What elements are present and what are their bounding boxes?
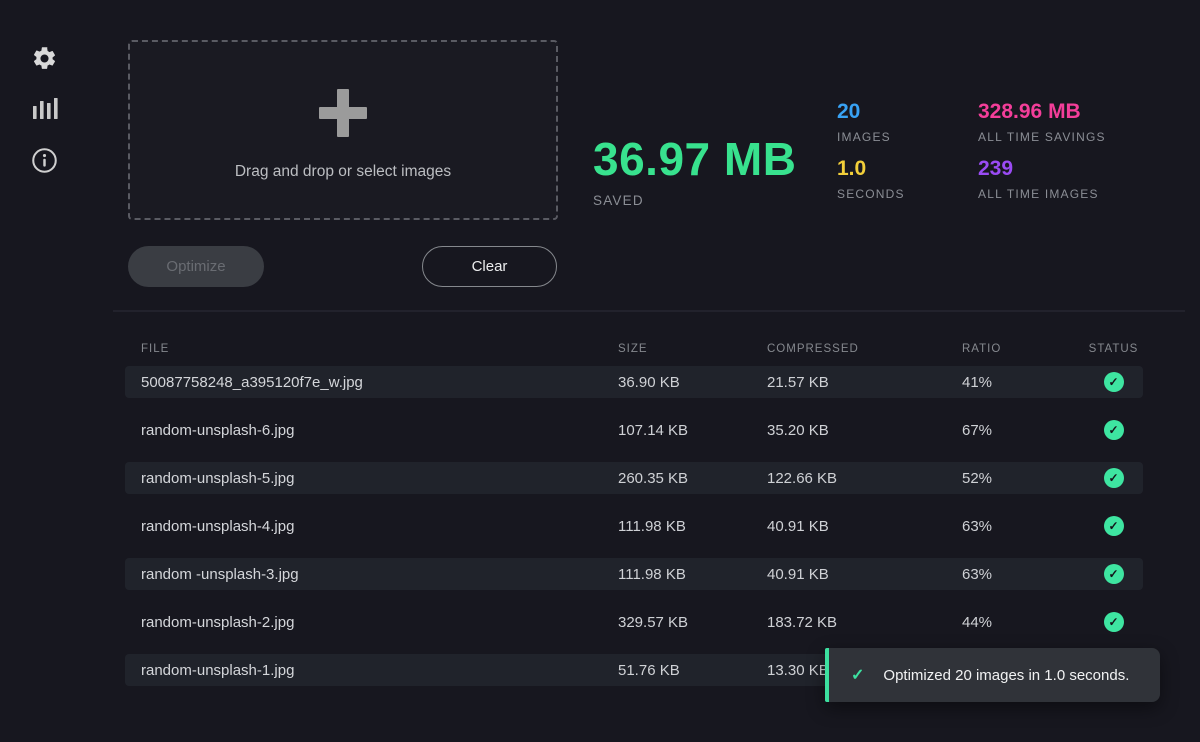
stat-saved: 36.97 MB SAVED (593, 136, 796, 208)
cell-compressed: 35.20 KB (767, 422, 962, 439)
status-check-icon: ✓ (1104, 468, 1124, 488)
optimize-button[interactable]: Optimize (128, 246, 264, 287)
section-divider (113, 310, 1185, 312)
stat-column-alltime: 328.96 MB ALL TIME SAVINGS 239 ALL TIME … (978, 100, 1106, 201)
toast-message: Optimized 20 images in 1.0 seconds. (883, 667, 1129, 684)
column-header-size: SIZE (618, 343, 767, 355)
cell-ratio: 41% (962, 374, 1084, 391)
table-row[interactable]: random-unsplash-2.jpg 329.57 KB 183.72 K… (125, 606, 1143, 638)
cell-size: 51.76 KB (618, 662, 767, 679)
cell-compressed: 122.66 KB (767, 470, 962, 487)
alltime-images-value: 239 (978, 157, 1106, 180)
column-header-ratio: RATIO (962, 343, 1084, 355)
cell-file: random -unsplash-3.jpg (141, 566, 618, 583)
status-check-icon: ✓ (1104, 516, 1124, 536)
column-header-compressed: COMPRESSED (767, 343, 962, 355)
table-header: FILE SIZE COMPRESSED RATIO STATUS (125, 336, 1143, 362)
results-table: FILE SIZE COMPRESSED RATIO STATUS 500877… (125, 336, 1143, 362)
cell-file: random-unsplash-5.jpg (141, 470, 618, 487)
success-toast: ✓ Optimized 20 images in 1.0 seconds. (825, 648, 1160, 702)
table-row[interactable]: random-unsplash-6.jpg 107.14 KB 35.20 KB… (125, 414, 1143, 446)
cell-file: random-unsplash-1.jpg (141, 662, 618, 679)
bar-chart-icon (30, 94, 58, 127)
settings-button[interactable] (30, 47, 58, 75)
table-row[interactable]: 50087758248_a395120f7e_w.jpg 36.90 KB 21… (125, 366, 1143, 398)
toast-accent-bar (825, 648, 829, 702)
status-check-icon: ✓ (1104, 612, 1124, 632)
dropzone-label: Drag and drop or select images (235, 163, 451, 181)
column-header-status: STATUS (1084, 343, 1143, 355)
drag-drop-area[interactable]: Drag and drop or select images (128, 40, 558, 220)
sidebar (0, 0, 90, 742)
cell-size: 111.98 KB (618, 566, 767, 583)
cell-file: random-unsplash-6.jpg (141, 422, 618, 439)
cell-file: random-unsplash-2.jpg (141, 614, 618, 631)
saved-label: SAVED (593, 193, 796, 208)
cell-ratio: 44% (962, 614, 1084, 631)
column-header-file: FILE (141, 343, 618, 355)
stat-column-session: 20 IMAGES 1.0 SECONDS (837, 100, 905, 201)
seconds-value: 1.0 (837, 157, 905, 180)
cell-ratio: 52% (962, 470, 1084, 487)
plus-icon (319, 89, 367, 137)
status-check-icon: ✓ (1104, 420, 1124, 440)
alltime-images-label: ALL TIME IMAGES (978, 187, 1106, 201)
toast-check-icon: ✓ (851, 665, 864, 685)
saved-value: 36.97 MB (593, 136, 796, 182)
status-check-icon: ✓ (1104, 372, 1124, 392)
cell-ratio: 67% (962, 422, 1084, 439)
status-check-icon: ✓ (1104, 564, 1124, 584)
cell-size: 36.90 KB (618, 374, 767, 391)
gear-icon (31, 45, 58, 77)
table-row[interactable]: random -unsplash-3.jpg 111.98 KB 40.91 K… (125, 558, 1143, 590)
cell-compressed: 183.72 KB (767, 614, 962, 631)
cell-size: 111.98 KB (618, 518, 767, 535)
alltime-savings-value: 328.96 MB (978, 100, 1106, 123)
table-row[interactable]: random-unsplash-5.jpg 260.35 KB 122.66 K… (125, 462, 1143, 494)
cell-size: 107.14 KB (618, 422, 767, 439)
cell-size: 260.35 KB (618, 470, 767, 487)
alltime-savings-label: ALL TIME SAVINGS (978, 130, 1106, 144)
seconds-label: SECONDS (837, 187, 905, 201)
images-label: IMAGES (837, 130, 905, 144)
cell-file: random-unsplash-4.jpg (141, 518, 618, 535)
cell-ratio: 63% (962, 518, 1084, 535)
cell-file: 50087758248_a395120f7e_w.jpg (141, 374, 618, 391)
statistics-button[interactable] (30, 96, 58, 124)
table-row[interactable]: random-unsplash-4.jpg 111.98 KB 40.91 KB… (125, 510, 1143, 542)
images-value: 20 (837, 100, 905, 123)
cell-size: 329.57 KB (618, 614, 767, 631)
about-button[interactable] (30, 149, 58, 177)
cell-compressed: 40.91 KB (767, 566, 962, 583)
cell-compressed: 21.57 KB (767, 374, 962, 391)
clear-button[interactable]: Clear (422, 246, 557, 287)
cell-ratio: 63% (962, 566, 1084, 583)
cell-compressed: 40.91 KB (767, 518, 962, 535)
info-icon (31, 147, 58, 179)
